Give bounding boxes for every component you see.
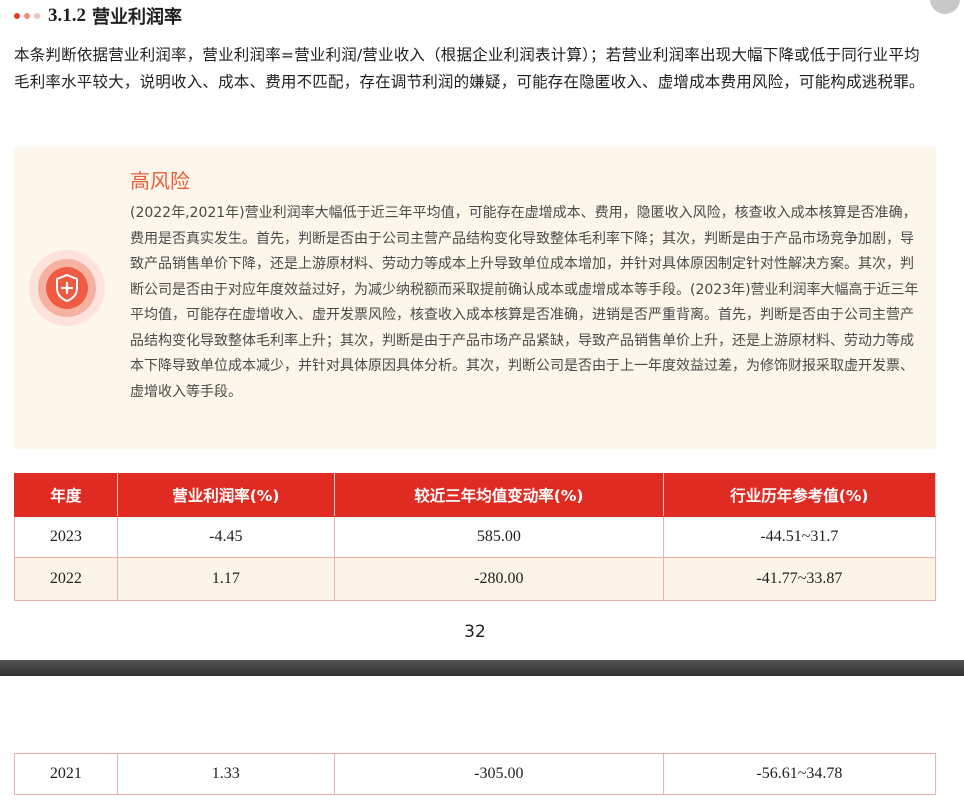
cell-year: 2022 bbox=[14, 557, 118, 601]
header-year: 年度 bbox=[14, 473, 118, 517]
risk-level-title: 高风险 bbox=[130, 169, 190, 193]
bullet-dot bbox=[34, 13, 40, 19]
header-profit-rate: 营业利润率(%) bbox=[116, 473, 335, 517]
cell-year: 2023 bbox=[14, 516, 118, 558]
cell-industry-reference: -56.61~34.78 bbox=[662, 753, 937, 795]
page-number: 32 bbox=[464, 622, 486, 642]
cell-change-rate: 585.00 bbox=[333, 516, 664, 558]
shield-plus-icon bbox=[29, 250, 105, 326]
cell-change-rate: -305.00 bbox=[333, 753, 664, 795]
cell-profit-rate: 1.33 bbox=[116, 753, 335, 795]
table-row: 2023 -4.45 585.00 -44.51~31.7 bbox=[14, 516, 937, 558]
profit-rate-table: 年度 营业利润率(%) 较近三年均值变动率(%) 行业历年参考值(%) 2023… bbox=[14, 473, 937, 601]
cell-profit-rate: 1.17 bbox=[116, 557, 335, 601]
cell-year: 2021 bbox=[14, 753, 118, 795]
heading-bullet-dots bbox=[14, 13, 40, 19]
section-heading: 3.1.2 营业利润率 bbox=[14, 4, 182, 28]
intro-paragraph: 本条判断依据营业利润率，营业利润率=营业利润/营业收入（根据企业利润表计算）；若… bbox=[14, 46, 925, 91]
section-number: 3.1.2 bbox=[48, 5, 86, 26]
cell-profit-rate: -4.45 bbox=[116, 516, 335, 558]
bullet-dot bbox=[24, 13, 30, 19]
section-title: 营业利润率 bbox=[92, 7, 182, 28]
cell-industry-reference: -44.51~31.7 bbox=[662, 516, 937, 558]
header-industry-reference: 行业历年参考值(%) bbox=[662, 473, 937, 517]
document-page-upper: 3.1.2 营业利润率 本条判断依据营业利润率，营业利润率=营业利润/营业收入（… bbox=[0, 0, 964, 660]
scroll-top-button[interactable] bbox=[930, 0, 960, 14]
profit-rate-table-continued: 2021 1.33 -305.00 -56.61~34.78 bbox=[14, 753, 937, 795]
table-header-row: 年度 营业利润率(%) 较近三年均值变动率(%) 行业历年参考值(%) bbox=[14, 473, 937, 517]
bullet-dot bbox=[14, 13, 20, 19]
risk-panel: 高风险 (2022年,2021年)营业利润率大幅低于近三年平均值，可能存在虚增成… bbox=[14, 147, 936, 449]
cell-change-rate: -280.00 bbox=[333, 557, 664, 601]
risk-description: (2022年,2021年)营业利润率大幅低于近三年平均值，可能存在虚增成本、费用… bbox=[130, 205, 919, 400]
header-change-rate: 较近三年均值变动率(%) bbox=[333, 473, 664, 517]
table-row: 2022 1.17 -280.00 -41.77~33.87 bbox=[14, 557, 937, 601]
table-row: 2021 1.33 -305.00 -56.61~34.78 bbox=[14, 753, 937, 795]
page-separator bbox=[0, 660, 964, 676]
cell-industry-reference: -41.77~33.87 bbox=[662, 557, 937, 601]
